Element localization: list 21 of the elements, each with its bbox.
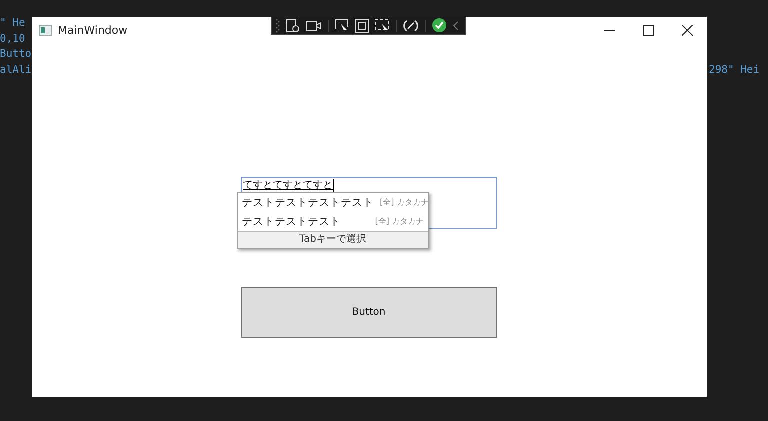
code-line: 298" Hei: [709, 63, 760, 78]
code-line: alAli: [0, 62, 32, 78]
check-icon[interactable]: [432, 18, 447, 33]
code-line: " He: [0, 16, 26, 31]
code-line: 0,10: [0, 32, 26, 46]
settings-icon[interactable]: [286, 18, 300, 32]
window-title: MainWindow: [58, 24, 128, 36]
close-icon: [682, 24, 692, 36]
chevron-left-icon[interactable]: [453, 20, 459, 30]
window-icon: [39, 24, 52, 36]
binding-icon[interactable]: [403, 18, 419, 32]
square-icon[interactable]: [355, 18, 369, 32]
ime-hint: Tabキーで選択: [238, 231, 428, 248]
grip-icon: [276, 18, 280, 32]
select-element-icon[interactable]: [335, 18, 349, 32]
track-focus-icon[interactable]: [375, 18, 390, 32]
camera-icon[interactable]: [306, 20, 322, 32]
button[interactable]: Button: [241, 287, 497, 338]
code-line: Butto: [0, 47, 32, 62]
candidate-item[interactable]: テストテストテスト [全] カタカナ: [238, 212, 428, 231]
maximize-icon: [642, 24, 654, 36]
